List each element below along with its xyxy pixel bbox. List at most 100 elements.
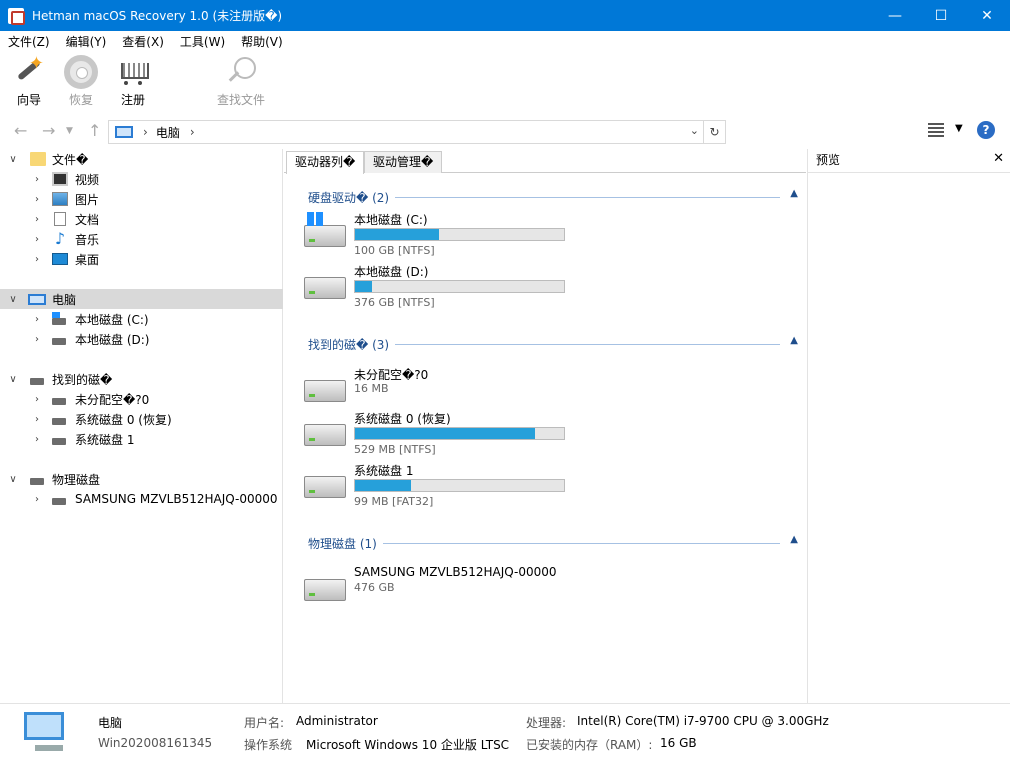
menu-edit[interactable]: 编辑(Y) (58, 33, 115, 50)
tree-item-files[interactable]: ∨ 文件� (0, 149, 283, 169)
menu-view[interactable]: 查看(X) (114, 33, 172, 50)
view-mode-icon[interactable] (928, 123, 944, 137)
disk-item-c[interactable]: 本地磁盘 (C:) 100 GB [NTFS] (304, 211, 784, 261)
restore-button[interactable]: 恢复 (56, 55, 106, 108)
chevron-right-icon[interactable]: › (32, 174, 42, 185)
group-header-hard-drives[interactable]: 硬盘驱动� (2) ▲ (308, 188, 798, 206)
os-label: 操作系统 (244, 738, 293, 752)
disk-item-d[interactable]: 本地磁盘 (D:) 376 GB [NTFS] (304, 263, 784, 313)
chevron-right-icon[interactable]: › (32, 314, 42, 325)
tree-label: 本地磁盘 (D:) (75, 332, 150, 347)
refresh-icon[interactable]: ↻ (703, 121, 725, 143)
group-header-found-disks[interactable]: 找到的磁� (3) ▲ (308, 335, 798, 353)
tree-item-video[interactable]: › 视频 (0, 169, 283, 189)
tree-item-documents[interactable]: › 文档 (0, 209, 283, 229)
usage-fill (355, 229, 439, 240)
tree-item-desktop[interactable]: › 桌面 (0, 249, 283, 269)
usage-fill (355, 428, 535, 439)
chevron-right-icon[interactable]: › (32, 254, 42, 265)
tree-item-system-disk-1[interactable]: › 系统磁盘 1 (0, 429, 283, 449)
group-header-physical-disks[interactable]: 物理磁盘 (1) ▲ (308, 534, 798, 552)
chevron-down-icon[interactable]: ∨ (8, 374, 18, 385)
collapse-icon[interactable]: ▲ (790, 335, 798, 346)
tree-item-system-disk-0[interactable]: › 系统磁盘 0 (恢复) (0, 409, 283, 429)
chevron-right-icon[interactable]: › (190, 125, 195, 139)
minimize-button[interactable]: — (872, 0, 918, 31)
breadcrumb-computer[interactable]: 电脑 (156, 124, 180, 141)
drive-icon (304, 476, 346, 498)
tree-label: 音乐 (75, 232, 100, 247)
chevron-right-icon[interactable]: › (32, 334, 42, 345)
cart-icon (116, 55, 150, 89)
tree-item-unallocated[interactable]: › 未分配空�?0 (0, 389, 283, 409)
register-button[interactable]: 注册 (108, 55, 158, 108)
forward-arrow-icon[interactable]: → (42, 121, 55, 140)
chevron-down-icon[interactable]: ⌄ (690, 124, 699, 137)
disk-item-samsung[interactable]: SAMSUNG MZVLB512HAJQ-00000 476 GB (304, 565, 784, 615)
collapse-icon[interactable]: ▲ (790, 534, 798, 545)
cpu-value: Intel(R) Core(TM) i7-9700 CPU @ 3.00GHz (577, 714, 829, 728)
chevron-right-icon: › (143, 125, 148, 139)
chevron-right-icon[interactable]: › (32, 494, 42, 505)
drive-icon (304, 424, 346, 446)
history-dropdown-icon[interactable]: ▼ (66, 126, 73, 136)
chevron-down-icon[interactable]: ∨ (8, 474, 18, 485)
disk-item-system-0[interactable]: 系统磁盘 0 (恢复) 529 MB [NTFS] (304, 410, 784, 460)
close-button[interactable]: ✕ (964, 0, 1010, 31)
chevron-down-icon[interactable]: ∨ (8, 294, 18, 305)
chevron-right-icon[interactable]: › (32, 194, 42, 205)
computer-icon (28, 293, 46, 305)
tree-item-disk-c[interactable]: › 本地磁盘 (C:) (0, 309, 283, 329)
chevron-right-icon[interactable]: › (32, 234, 42, 245)
drive-icon (304, 277, 346, 299)
menu-help[interactable]: 帮助(V) (233, 33, 291, 50)
tree-item-disk-d[interactable]: › 本地磁盘 (D:) (0, 329, 283, 349)
up-arrow-icon[interactable]: ↑ (88, 121, 101, 140)
usage-bar (354, 280, 565, 293)
drive-icon (304, 579, 346, 601)
chevron-right-icon[interactable]: › (32, 434, 42, 445)
magic-wand-icon (12, 53, 46, 89)
address-bar[interactable]: › 电脑 › ⌄ ↻ (108, 120, 726, 144)
tab-drive-list[interactable]: 驱动器列� (286, 151, 365, 174)
user-value: Administrator (296, 714, 378, 728)
folder-tree: ∨ 文件� › 视频 › 图片 › 文档 › ♪ 音乐 › 桌面 ∨ 电脑 › … (0, 149, 283, 703)
chevron-right-icon[interactable]: › (32, 214, 42, 225)
pc-name: 电脑 (98, 716, 123, 730)
maximize-button[interactable]: ☐ (918, 0, 964, 31)
tree-item-found-disks[interactable]: ∨ 找到的磁� (0, 369, 283, 389)
tree-item-physical-disks[interactable]: ∨ 物理磁盘 (0, 469, 283, 489)
navigation-bar: ← → ▼ ↑ › 电脑 › ⌄ ↻ ▼ ? (0, 113, 1010, 149)
back-arrow-icon[interactable]: ← (14, 121, 27, 140)
usage-bar (354, 427, 565, 440)
tree-label: 文件� (52, 152, 89, 167)
tree-label: 视频 (75, 172, 100, 187)
tree-item-computer[interactable]: ∨ 电脑 (0, 289, 283, 309)
toolbar: 向导 恢复 注册 查找文件 (0, 51, 1010, 113)
chevron-right-icon[interactable]: › (32, 394, 42, 405)
disk-item-system-1[interactable]: 系统磁盘 1 99 MB [FAT32] (304, 462, 784, 512)
wizard-button[interactable]: 向导 (4, 53, 54, 108)
find-files-button[interactable]: 查找文件 (208, 55, 274, 108)
tree-label: 未分配空�?0 (75, 392, 150, 407)
drive-icon (52, 397, 66, 405)
view-dropdown-icon[interactable]: ▼ (955, 123, 963, 134)
user-label: 用户名: (244, 716, 285, 730)
help-icon[interactable]: ? (977, 121, 995, 139)
windows-drive-icon (304, 212, 346, 247)
tab-drive-manager[interactable]: 驱动管理� (364, 151, 443, 173)
disk-item-unallocated[interactable]: 未分配空�?0 16 MB (304, 366, 784, 416)
menu-file[interactable]: 文件(Z) (0, 33, 58, 50)
tree-item-music[interactable]: › ♪ 音乐 (0, 229, 283, 249)
title-bar: Hetman macOS Recovery 1.0 (未注册版�) — ☐ ✕ (0, 0, 1010, 31)
chevron-right-icon[interactable]: › (32, 414, 42, 425)
collapse-icon[interactable]: ▲ (790, 188, 798, 199)
computer-icon (24, 712, 64, 751)
chevron-down-icon[interactable]: ∨ (8, 154, 18, 165)
tree-item-samsung[interactable]: › SAMSUNG MZVLB512HAJQ-00000 (0, 489, 283, 509)
disk-size: 376 GB [NTFS] (354, 296, 435, 309)
register-label: 注册 (120, 93, 145, 107)
tree-item-pictures[interactable]: › 图片 (0, 189, 283, 209)
menu-tools[interactable]: 工具(W) (172, 33, 233, 50)
close-icon[interactable]: ✕ (993, 151, 1004, 166)
